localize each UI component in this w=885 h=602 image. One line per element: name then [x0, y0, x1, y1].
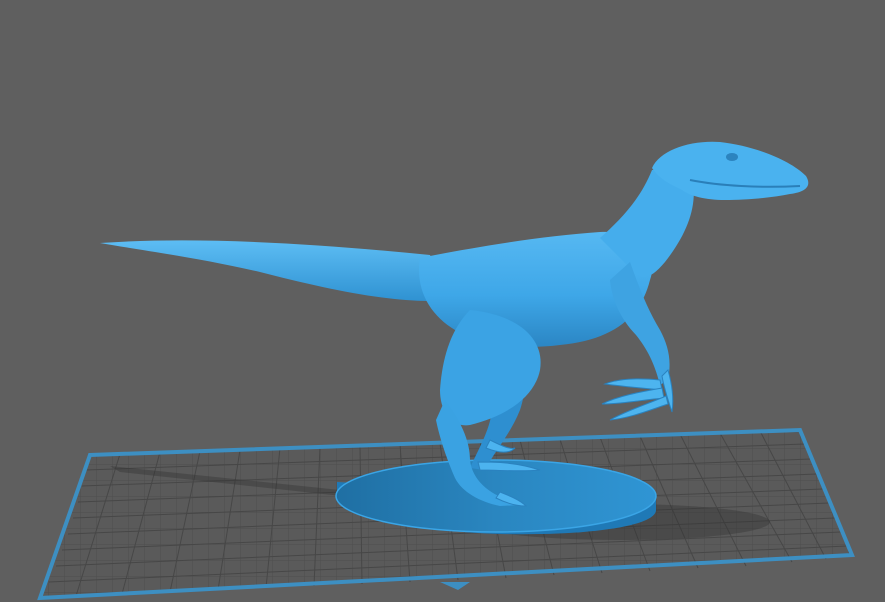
3d-viewport[interactable] [0, 0, 885, 602]
eye [726, 153, 738, 161]
scene-canvas[interactable] [0, 0, 885, 602]
plate-front-marker [440, 582, 470, 590]
tail [100, 240, 450, 301]
hand-claws [601, 369, 674, 421]
